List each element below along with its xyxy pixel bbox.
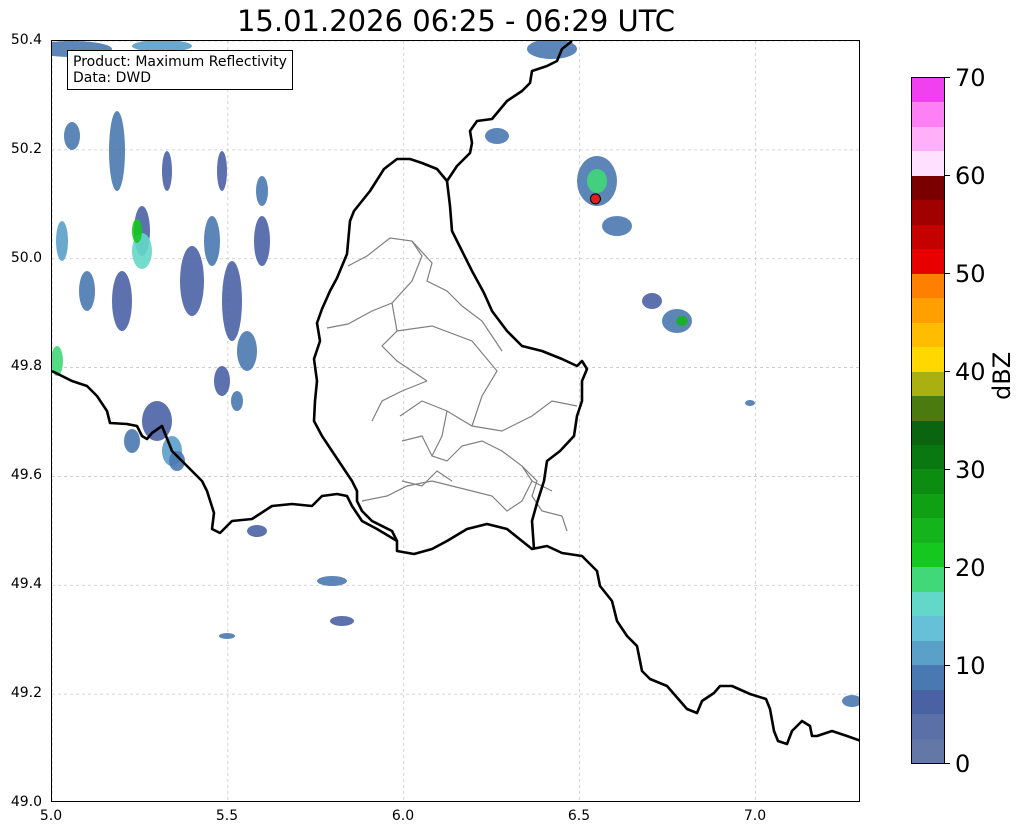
radar-echo (842, 695, 859, 707)
x-tick-label: 5.5 (215, 808, 239, 824)
colorbar-tick-label: 10 (955, 652, 986, 680)
colorbar-segment (912, 297, 944, 323)
radar-echo (204, 216, 220, 266)
y-tick-label: 49.4 (10, 576, 42, 592)
radar-echo (64, 122, 80, 150)
colorbar (911, 77, 945, 764)
colorbar-segment (912, 101, 944, 127)
y-tick-label: 50.2 (10, 141, 42, 157)
colorbar-segment (912, 689, 944, 715)
colorbar-segment (912, 542, 944, 568)
colorbar-segment (912, 737, 944, 763)
y-tick-label: 50.4 (10, 32, 42, 48)
country-borders (52, 41, 859, 746)
product-label: Product: Maximum Reflectivity (73, 54, 287, 70)
colorbar-segment (912, 591, 944, 617)
radar-echo (330, 616, 354, 626)
x-tick-label: 7.0 (743, 808, 767, 824)
colorbar-tick-label: 30 (955, 456, 986, 484)
y-tick-label: 49.6 (10, 467, 42, 483)
colorbar-segment (912, 78, 944, 103)
colorbar-segment (912, 126, 944, 152)
radar-echo (132, 219, 142, 243)
radar-echo (247, 525, 267, 537)
colorbar-segment (912, 493, 944, 519)
colorbar-segment (912, 199, 944, 225)
colorbar-segment (912, 444, 944, 470)
y-tick-label: 49.8 (10, 358, 42, 374)
colorbar-segment (912, 370, 944, 397)
radar-echo (142, 401, 172, 441)
radar-echo (587, 169, 607, 193)
colorbar-tick-label: 40 (955, 358, 986, 386)
y-tick-label: 49.2 (10, 685, 42, 701)
radar-echo (642, 293, 662, 309)
colorbar-segment (912, 273, 944, 299)
colorbar-segment (912, 175, 944, 201)
colorbar-segment (912, 224, 944, 250)
radar-echoes (52, 41, 859, 707)
radar-echo (256, 176, 268, 206)
radar-echo (231, 391, 243, 411)
radar-echo (112, 271, 132, 331)
colorbar-segment (912, 640, 944, 666)
colorbar-segment (912, 664, 944, 690)
radar-echo (109, 111, 125, 191)
location-marker (589, 193, 601, 205)
radar-echo (485, 128, 509, 144)
colorbar-tick-label: 60 (955, 162, 986, 190)
radar-echo (222, 261, 242, 341)
radar-echo (602, 216, 632, 236)
colorbar-segment (912, 468, 944, 494)
radar-echo (219, 633, 235, 639)
canton-boundaries (326, 237, 578, 532)
radar-echo (214, 366, 230, 396)
radar-echo (124, 429, 140, 453)
radar-echo (162, 151, 172, 191)
radar-echo (237, 331, 257, 371)
colorbar-segment (912, 713, 944, 739)
colorbar-tick-label: 50 (955, 260, 986, 288)
colorbar-segment (912, 517, 944, 543)
colorbar-segment (912, 322, 944, 348)
x-tick-label: 6.5 (567, 808, 591, 824)
x-tick-label: 5.0 (39, 808, 63, 824)
info-box: Product: Maximum Reflectivity Data: DWD (67, 50, 293, 90)
x-tick-label: 6.0 (391, 808, 415, 824)
map-canvas (52, 41, 859, 801)
radar-map[interactable] (51, 40, 860, 802)
colorbar-segment (912, 395, 944, 421)
colorbar-segment (912, 248, 944, 274)
radar-echo (217, 151, 227, 191)
colorbar-label: dBZ (988, 351, 1016, 400)
colorbar-tick-label: 70 (955, 64, 986, 92)
radar-echo (79, 271, 95, 311)
radar-echo (180, 246, 204, 316)
colorbar-segment (912, 566, 944, 592)
radar-echo (317, 576, 347, 586)
colorbar-tick-label: 0 (955, 750, 971, 778)
data-source-label: Data: DWD (73, 70, 151, 86)
radar-echo (676, 316, 688, 326)
radar-echo (745, 400, 755, 406)
radar-echo (56, 221, 68, 261)
y-tick-label: 50.0 (10, 250, 42, 266)
colorbar-segment (912, 346, 944, 372)
colorbar-segment (912, 419, 944, 445)
map-title: 15.01.2026 06:25 - 06:29 UTC (236, 4, 676, 38)
radar-echo (254, 216, 270, 266)
colorbar-tick-label: 20 (955, 554, 986, 582)
colorbar-segment (912, 615, 944, 641)
colorbar-segment (912, 150, 944, 176)
